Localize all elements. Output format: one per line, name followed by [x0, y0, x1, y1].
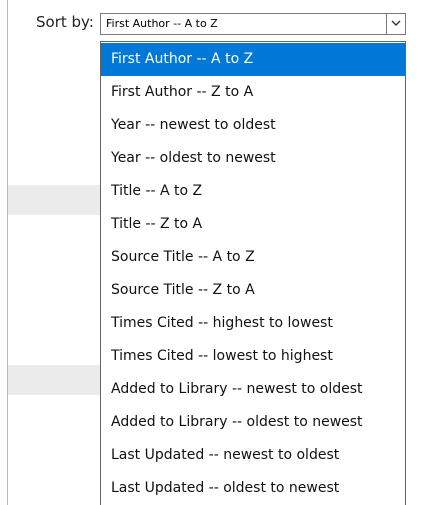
sort-option-first-author-a-z[interactable]: First Author -- A to Z — [101, 43, 405, 76]
background-panel — [8, 365, 100, 395]
sort-option-added-oldest[interactable]: Added to Library -- oldest to newest — [101, 406, 405, 439]
sort-select-value: First Author -- A to Z — [106, 17, 218, 30]
sort-option-updated-oldest[interactable]: Last Updated -- oldest to newest — [101, 472, 405, 505]
sort-option-title-z-a[interactable]: Title -- Z to A — [101, 208, 405, 241]
sort-option-added-newest[interactable]: Added to Library -- newest to oldest — [101, 373, 405, 406]
sort-option-title-a-z[interactable]: Title -- A to Z — [101, 175, 405, 208]
sort-option-first-author-z-a[interactable]: First Author -- Z to A — [101, 76, 405, 109]
left-border — [7, 0, 8, 505]
sort-option-source-title-z-a[interactable]: Source Title -- Z to A — [101, 274, 405, 307]
sort-option-year-oldest[interactable]: Year -- oldest to newest — [101, 142, 405, 175]
sort-select-toggle[interactable] — [386, 14, 405, 34]
sort-option-times-cited-highest[interactable]: Times Cited -- highest to lowest — [101, 307, 405, 340]
background-panel — [8, 185, 100, 215]
chevron-down-icon — [391, 20, 401, 26]
sort-option-source-title-a-z[interactable]: Source Title -- A to Z — [101, 241, 405, 274]
sort-options-list: First Author -- A to Z First Author -- Z… — [100, 41, 406, 505]
sort-option-times-cited-lowest[interactable]: Times Cited -- lowest to highest — [101, 340, 405, 373]
sort-option-updated-newest[interactable]: Last Updated -- newest to oldest — [101, 439, 405, 472]
sort-select[interactable]: First Author -- A to Z — [100, 13, 406, 35]
sort-option-year-newest[interactable]: Year -- newest to oldest — [101, 109, 405, 142]
sort-by-label: Sort by: — [36, 13, 94, 31]
